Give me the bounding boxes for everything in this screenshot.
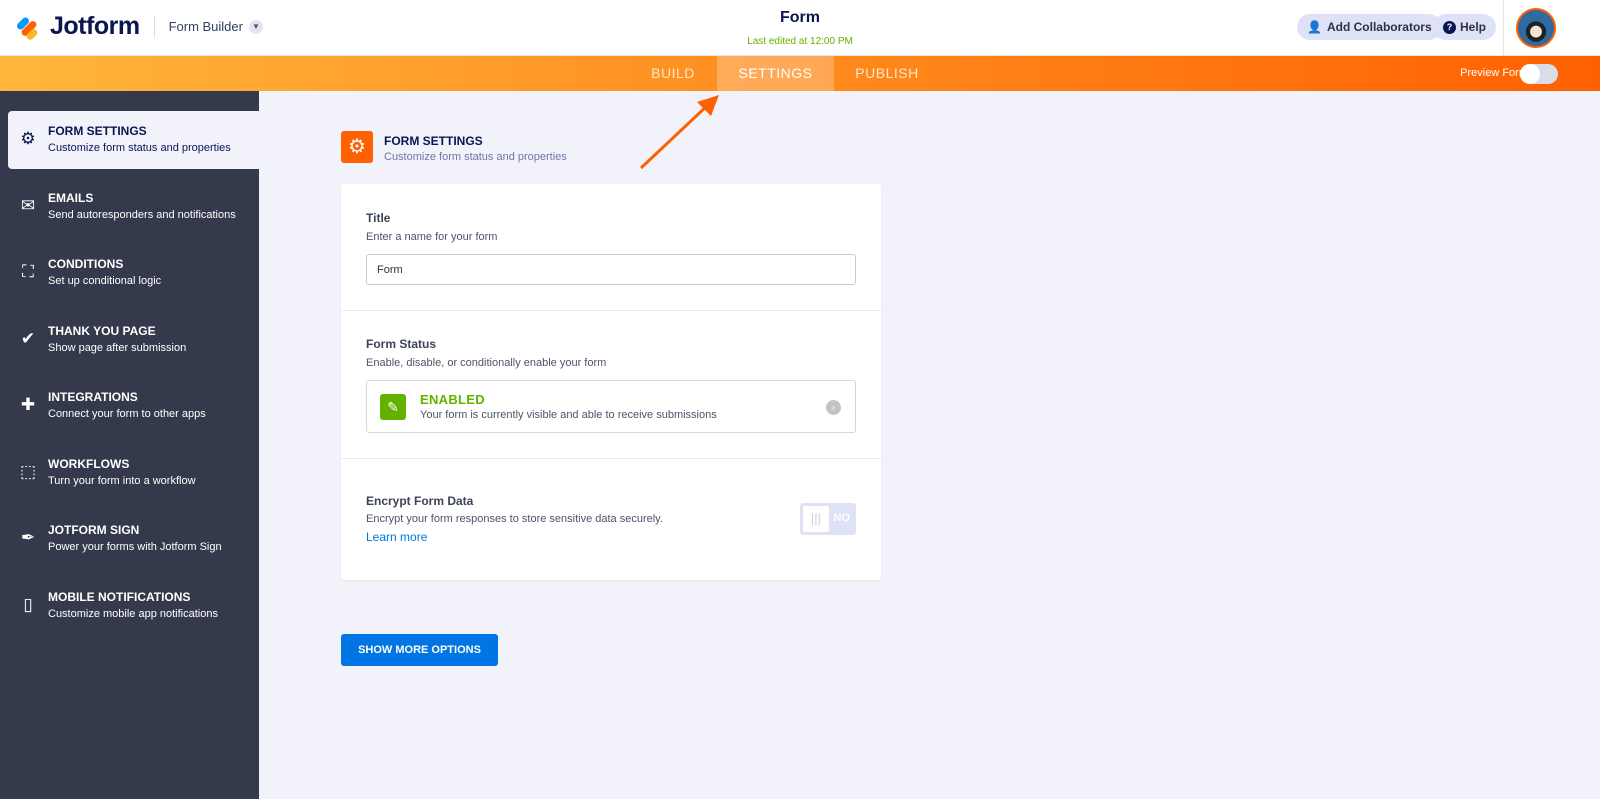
sidebar-item-desc: Customize form status and properties — [48, 142, 231, 154]
sidebar-item-title: INTEGRATIONS — [48, 390, 138, 404]
encrypt-toggle[interactable]: ||| NO — [800, 503, 856, 535]
divider — [341, 458, 881, 459]
sidebar-item-title: CONDITIONS — [48, 257, 124, 271]
sidebar-item-title: EMAILS — [48, 191, 94, 205]
sidebar-item-desc: Turn your form into a workflow — [48, 475, 196, 487]
help-button[interactable]: ? Help — [1433, 14, 1497, 40]
gear-icon: ⚙ — [341, 131, 373, 163]
mobile-icon: ▯ — [23, 595, 33, 614]
encrypt-label: Encrypt Form Data — [366, 494, 474, 508]
sidebar-item-desc: Connect your form to other apps — [48, 408, 206, 420]
toggle-handle-icon: ||| — [803, 506, 829, 532]
form-status-label: Form Status — [366, 337, 437, 351]
sidebar-item-title: MOBILE NOTIFICATIONS — [48, 590, 191, 604]
hierarchy-icon: ⛶ — [22, 262, 34, 281]
help-label: Help — [1460, 20, 1487, 34]
question-icon: ? — [1443, 20, 1456, 34]
tab-build[interactable]: BUILD — [629, 56, 717, 91]
learn-more-link[interactable]: Learn more — [366, 530, 427, 544]
sidebar-item-mobile-notifications[interactable]: ▯ MOBILE NOTIFICATIONS Customize mobile ap… — [8, 577, 259, 635]
envelope-icon: ✉ — [20, 196, 36, 215]
gear-icon: ⚙ — [20, 129, 36, 148]
title-input[interactable] — [366, 254, 856, 285]
sidebar: ⚙ FORM SETTINGS Customize form status and … — [0, 91, 259, 799]
sidebar-item-title: JOTFORM SIGN — [48, 523, 140, 537]
sidebar-item-jotform-sign[interactable]: ✒ JOTFORM SIGN Power your forms with Jotfo… — [8, 510, 259, 568]
workflow-icon: ⬚ — [19, 462, 37, 481]
sidebar-item-desc: Show page after submission — [48, 342, 187, 354]
sidebar-item-desc: Send autoresponders and notifications — [48, 209, 236, 221]
puzzle-icon: ✚ — [20, 395, 36, 414]
sidebar-item-conditions[interactable]: ⛶ CONDITIONS Set up conditional logic — [8, 244, 259, 302]
sidebar-item-workflows[interactable]: ⬚ WORKFLOWS Turn your form into a workflow — [8, 444, 259, 502]
add-collaborators-label: Add Collaborators — [1326, 20, 1432, 34]
tab-settings[interactable]: SETTINGS — [717, 56, 834, 91]
chevron-right-icon: › — [826, 400, 841, 415]
settings-card: Title Enter a name for your form Form St… — [341, 184, 881, 580]
sidebar-item-integrations[interactable]: ✚ INTEGRATIONS Connect your form to other … — [8, 377, 259, 435]
section-subtitle: Customize form status and properties — [384, 151, 567, 163]
divider — [341, 310, 881, 311]
sidebar-item-form-settings[interactable]: ⚙ FORM SETTINGS Customize form status and … — [8, 111, 259, 169]
status-badge: ENABLED — [420, 392, 485, 407]
main-nav: BUILD SETTINGS PUBLISH Preview Form — [0, 56, 1600, 91]
sidebar-item-title: FORM SETTINGS — [48, 124, 147, 138]
pen-icon: ✒ — [20, 528, 36, 547]
title-desc: Enter a name for your form — [366, 231, 498, 243]
avatar[interactable] — [1516, 8, 1556, 48]
top-bar: Jotform Form Builder ▼ Form Last edited a… — [0, 0, 1600, 56]
sidebar-item-title: THANK YOU PAGE — [48, 324, 156, 338]
toggle-label: NO — [833, 512, 851, 524]
sidebar-item-thank-you-page[interactable]: ✔ THANK YOU PAGE Show page after submissio… — [8, 311, 259, 369]
preview-form-label: Preview Form — [1460, 67, 1528, 79]
sidebar-item-desc: Set up conditional logic — [48, 275, 162, 287]
form-status-desc: Enable, disable, or conditionally enable… — [366, 357, 607, 369]
status-desc: Your form is currently visible and able … — [420, 409, 717, 421]
tab-publish[interactable]: PUBLISH — [834, 56, 940, 91]
check-circle-icon: ✔ — [20, 329, 36, 348]
preview-form-toggle[interactable] — [1520, 64, 1558, 84]
section-title: FORM SETTINGS — [384, 134, 483, 148]
form-enabled-icon: ✎ — [380, 394, 406, 420]
title-label: Title — [366, 211, 391, 225]
form-status-selector[interactable]: ✎ ENABLED Your form is currently visible… — [366, 380, 856, 433]
encrypt-desc: Encrypt your form responses to store sen… — [366, 513, 663, 525]
sidebar-item-desc: Power your forms with Jotform Sign — [48, 541, 222, 553]
user-icon: 👤 — [1307, 20, 1322, 34]
sidebar-item-emails[interactable]: ✉ EMAILS Send autoresponders and notificat… — [8, 178, 259, 236]
divider — [1503, 0, 1504, 56]
show-more-options-button[interactable]: SHOW MORE OPTIONS — [341, 634, 498, 666]
sidebar-item-title: WORKFLOWS — [48, 457, 130, 471]
add-collaborators-button[interactable]: 👤 Add Collaborators — [1297, 14, 1442, 40]
sidebar-item-desc: Customize mobile app notifications — [48, 608, 218, 620]
arrow-annotation — [639, 95, 719, 170]
